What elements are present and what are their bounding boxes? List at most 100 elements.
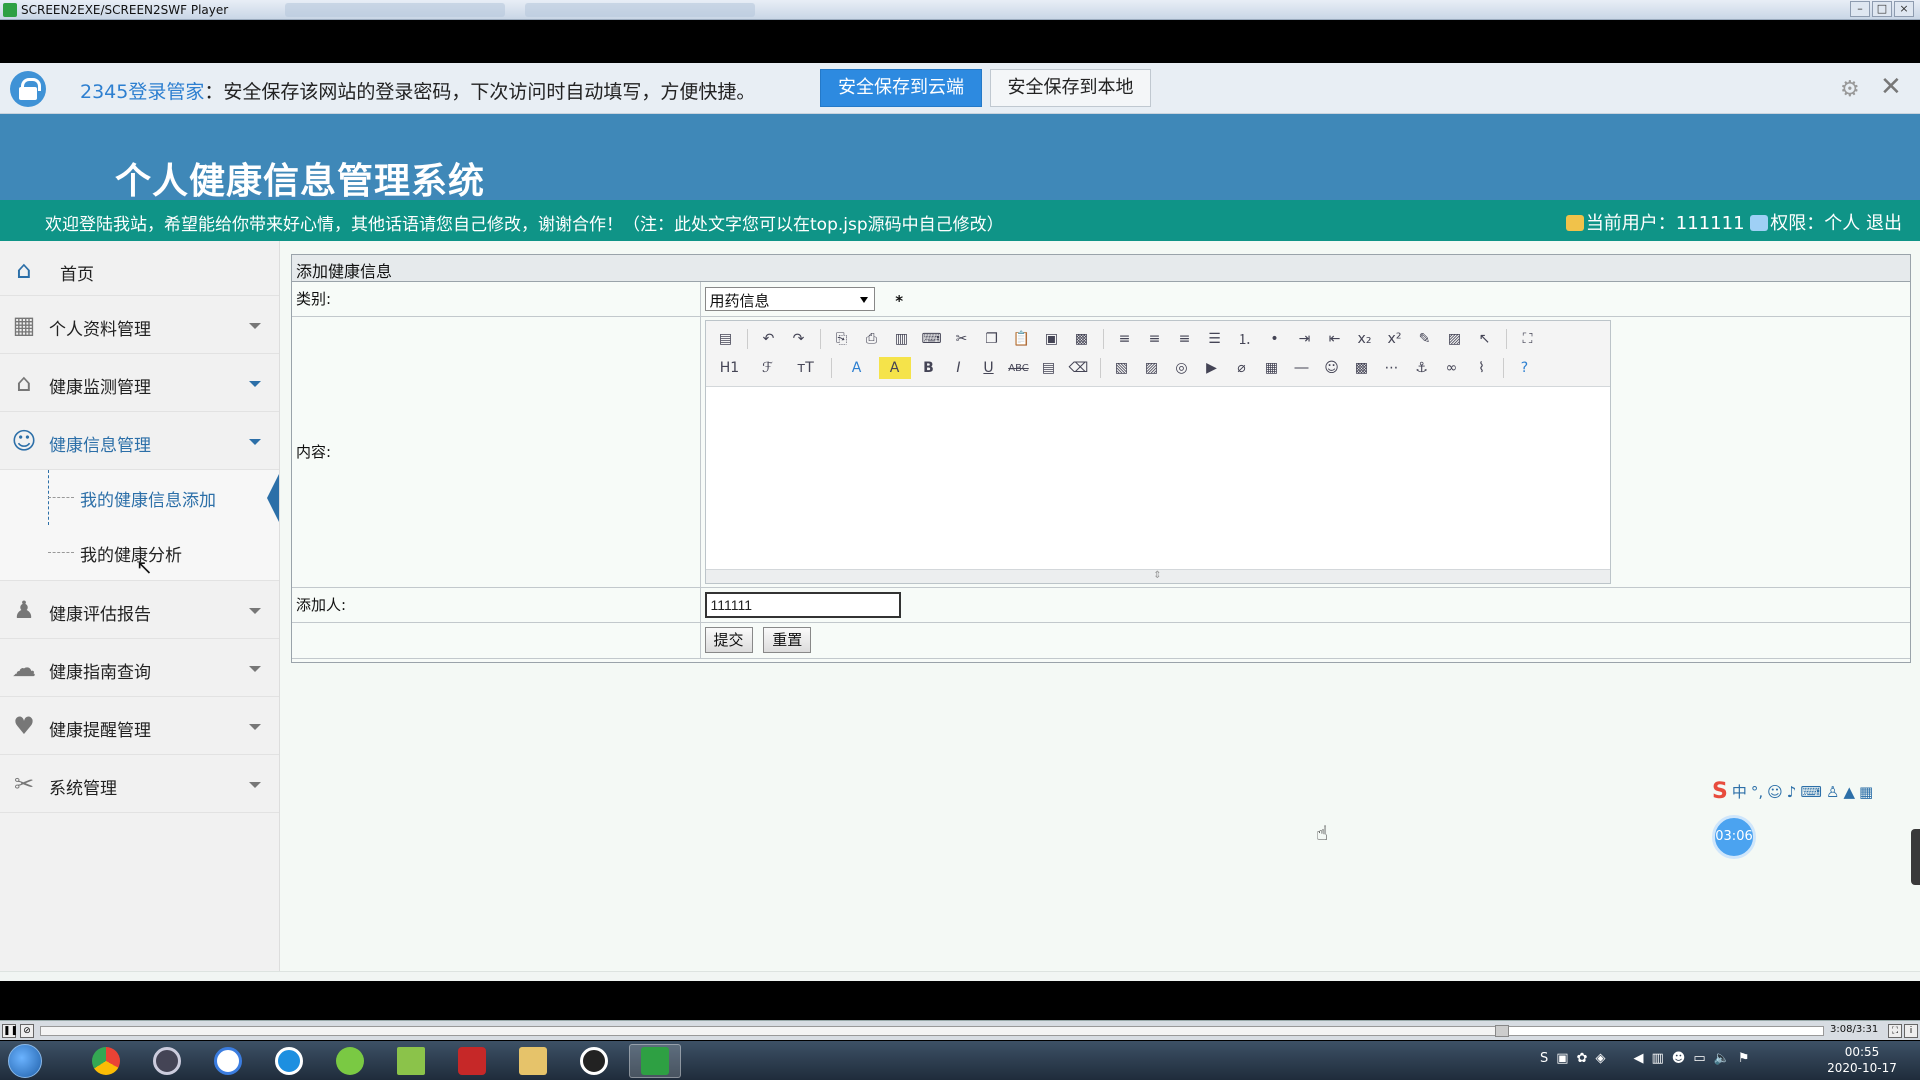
code-icon[interactable]: ⌨ bbox=[920, 328, 944, 350]
justify-icon[interactable]: ☰ bbox=[1203, 328, 1227, 350]
flag-icon[interactable]: ⚑ bbox=[1738, 1051, 1750, 1066]
align-left-icon[interactable]: ≡ bbox=[1113, 328, 1137, 350]
qq-tray-icon[interactable]: ☻ bbox=[1672, 1051, 1686, 1066]
bold-icon[interactable]: B bbox=[917, 357, 941, 379]
close-icon[interactable]: ✕ bbox=[1880, 72, 1902, 102]
sidebar-item-assessment[interactable]: ♟ 健康评估报告 bbox=[0, 581, 279, 639]
browser-icon[interactable] bbox=[263, 1044, 315, 1078]
battery-icon[interactable]: ▭ bbox=[1693, 1051, 1705, 1066]
link-icon[interactable]: ∞ bbox=[1440, 357, 1464, 379]
indent-icon[interactable]: ⇥ bbox=[1293, 328, 1317, 350]
multi-image-icon[interactable]: ▨ bbox=[1140, 357, 1164, 379]
skin-icon[interactable]: ▲ bbox=[1843, 783, 1855, 801]
logout-link[interactable]: 退出 bbox=[1866, 213, 1902, 234]
pointer-icon[interactable]: ↖ bbox=[1473, 328, 1497, 350]
flash-icon[interactable] bbox=[446, 1044, 498, 1078]
seek-track[interactable] bbox=[40, 1025, 1824, 1037]
network-icon[interactable]: ▥ bbox=[1651, 1051, 1663, 1066]
gear-icon[interactable]: ⚙ bbox=[1840, 77, 1860, 102]
app-tray-icon[interactable]: ✿ bbox=[1577, 1051, 1588, 1066]
attachment-icon[interactable]: ⌀ bbox=[1230, 357, 1254, 379]
anchor-icon[interactable]: ⚓ bbox=[1410, 357, 1434, 379]
unlink-icon[interactable]: ⌇ bbox=[1470, 357, 1494, 379]
align-right-icon[interactable]: ≡ bbox=[1173, 328, 1197, 350]
chrome-icon[interactable] bbox=[80, 1044, 132, 1078]
editor-resize-handle[interactable]: ⇕ bbox=[705, 568, 1610, 583]
minimize-button[interactable]: – bbox=[1850, 1, 1870, 17]
source-icon[interactable]: ▤ bbox=[714, 328, 738, 350]
save-cloud-button[interactable]: 安全保存到云端 bbox=[820, 69, 982, 107]
ime-app-icon[interactable] bbox=[141, 1044, 193, 1078]
clock[interactable]: 00:55 2020-10-17 bbox=[1822, 1044, 1902, 1076]
maximize-button[interactable]: □ bbox=[1872, 1, 1892, 17]
seek-thumb[interactable] bbox=[1495, 1025, 1510, 1037]
paste-icon[interactable]: 📋 bbox=[1010, 328, 1034, 350]
editor-content-area[interactable] bbox=[706, 387, 1610, 569]
qq-icon[interactable] bbox=[568, 1044, 620, 1078]
strikethrough-icon[interactable]: ABC bbox=[1007, 357, 1031, 379]
select-all-icon[interactable]: ▨ bbox=[1443, 328, 1467, 350]
sidebar-item-profile[interactable]: ▦ 个人资料管理 bbox=[0, 296, 279, 354]
line-height-icon[interactable]: ▤ bbox=[1037, 357, 1061, 379]
user-icon[interactable]: ♙ bbox=[1826, 783, 1839, 801]
paste-word-icon[interactable]: ▩ bbox=[1070, 328, 1094, 350]
microphone-icon[interactable]: ♪ bbox=[1787, 783, 1797, 801]
reset-button[interactable]: 重置 bbox=[763, 627, 812, 653]
floating-timer[interactable]: 03:06 bbox=[1712, 815, 1756, 859]
clear-format-icon[interactable]: ✎ bbox=[1413, 328, 1437, 350]
fullscreen-icon[interactable]: ⛶ bbox=[1888, 1024, 1902, 1038]
start-button[interactable] bbox=[8, 1044, 42, 1078]
sidebar-item-reminder[interactable]: ♥ 健康提醒管理 bbox=[0, 697, 279, 755]
sidebar-subitem-add-health-info[interactable]: 我的健康信息添加 bbox=[0, 470, 279, 525]
unordered-list-icon[interactable]: • bbox=[1263, 328, 1287, 350]
redo-icon[interactable]: ↷ bbox=[787, 328, 811, 350]
submit-button[interactable]: 提交 bbox=[704, 627, 753, 653]
text-color-dropdown[interactable]: A bbox=[841, 357, 873, 379]
undo-icon[interactable]: ↶ bbox=[757, 328, 781, 350]
fullscreen-icon[interactable]: ⛶ bbox=[1516, 328, 1540, 350]
map-icon[interactable]: ▩ bbox=[1350, 357, 1374, 379]
grid-icon[interactable]: ▦ bbox=[1859, 783, 1873, 801]
image-icon[interactable]: ▧ bbox=[1110, 357, 1134, 379]
ordered-list-icon[interactable]: ⒈ bbox=[1233, 328, 1257, 350]
highlight-color-icon[interactable]: A bbox=[878, 357, 911, 379]
volume-icon[interactable]: 🔈 bbox=[1714, 1051, 1730, 1066]
side-drawer-handle[interactable] bbox=[1911, 829, 1920, 885]
eraser-icon[interactable]: ⌫ bbox=[1067, 357, 1091, 379]
keyboard-icon[interactable]: ⌨ bbox=[1800, 783, 1822, 801]
folder-icon[interactable] bbox=[507, 1044, 559, 1078]
category-select[interactable]: 用药信息 bbox=[704, 286, 875, 311]
monitor-icon[interactable]: ▣ bbox=[1556, 1051, 1568, 1066]
align-center-icon[interactable]: ≡ bbox=[1143, 328, 1167, 350]
media-icon[interactable]: ▶ bbox=[1200, 357, 1224, 379]
close-window-button[interactable]: × bbox=[1894, 1, 1914, 17]
shield-icon[interactable]: ◈ bbox=[1595, 1051, 1605, 1066]
sidebar-item-guide[interactable]: ☁ 健康指南查询 bbox=[0, 639, 279, 697]
superscript-icon[interactable]: x² bbox=[1383, 328, 1407, 350]
font-family-dropdown[interactable]: ℱ bbox=[752, 357, 784, 379]
ime-mode[interactable]: 中 bbox=[1732, 781, 1747, 802]
underline-icon[interactable]: U bbox=[977, 357, 1001, 379]
font-size-dropdown[interactable]: тT bbox=[790, 357, 822, 379]
baidu-netdisk-icon[interactable] bbox=[202, 1044, 254, 1078]
pagebreak-icon[interactable]: ⋯ bbox=[1380, 357, 1404, 379]
ime-toolbar[interactable]: S 中 °, ☺ ♪ ⌨ ♙ ▲ ▦ bbox=[1712, 779, 1873, 804]
paste-text-icon[interactable]: ▣ bbox=[1040, 328, 1064, 350]
emoticon-icon[interactable]: ☺ bbox=[1320, 357, 1344, 379]
sidebar-item-system[interactable]: ✂ 系统管理 bbox=[0, 755, 279, 813]
punctuation-icon[interactable]: °, bbox=[1751, 783, 1763, 801]
save-local-button[interactable]: 安全保存到本地 bbox=[990, 69, 1151, 107]
subscript-icon[interactable]: x₂ bbox=[1353, 328, 1377, 350]
print-icon[interactable]: ⎙ bbox=[860, 328, 884, 350]
flash-icon[interactable]: ◎ bbox=[1170, 357, 1194, 379]
player-app-icon[interactable] bbox=[629, 1044, 681, 1078]
emoji-icon[interactable]: ☺ bbox=[1767, 783, 1783, 801]
leaf-app-icon[interactable] bbox=[324, 1044, 376, 1078]
outdent-icon[interactable]: ⇤ bbox=[1323, 328, 1347, 350]
sidebar-item-health-info[interactable]: ☺ 健康信息管理 bbox=[0, 412, 279, 470]
arrow-left-icon[interactable]: ◀ bbox=[1633, 1051, 1643, 1066]
sidebar-item-home[interactable]: ⌂ 首页 bbox=[0, 241, 279, 296]
hr-icon[interactable]: ― bbox=[1290, 357, 1314, 379]
cut-icon[interactable]: ✂ bbox=[950, 328, 974, 350]
info-icon[interactable]: i bbox=[1904, 1024, 1918, 1038]
